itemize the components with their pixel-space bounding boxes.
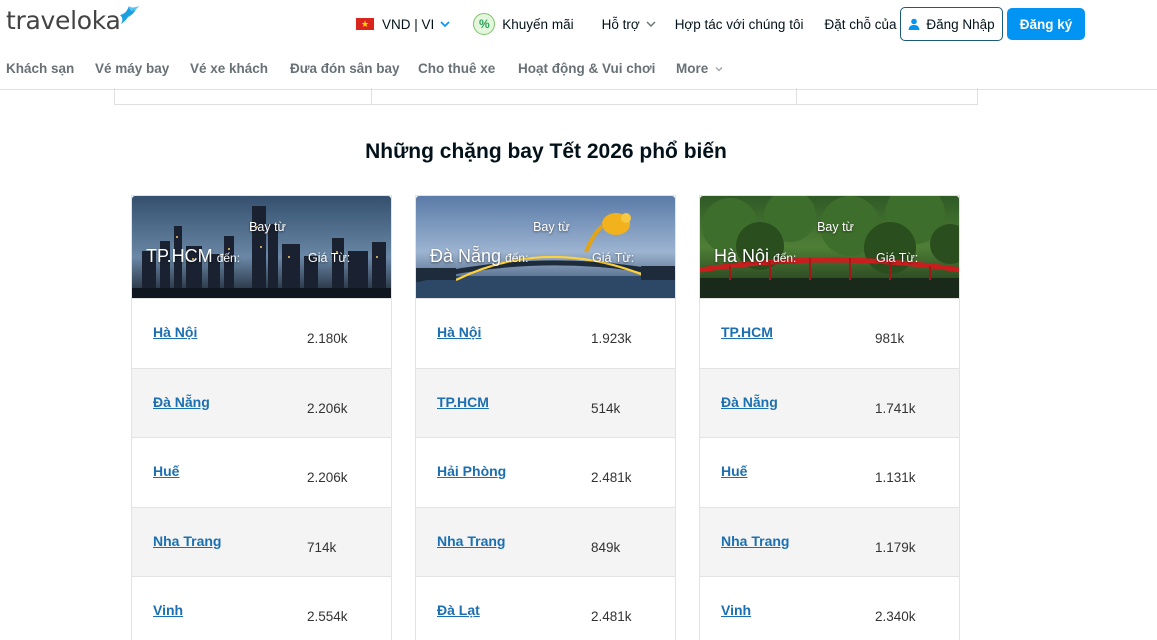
product-nav: Khách sạn Vé máy bay Vé xe khách Đưa đón… xyxy=(0,52,1157,88)
partner-label: Hợp tác với chúng tôi xyxy=(674,16,804,32)
route-row: Hà Nội 2.180k xyxy=(132,298,391,368)
product-label: More xyxy=(676,61,709,76)
origin-city: TP.HCM đến: xyxy=(146,246,240,267)
from-label: Bay từ xyxy=(533,220,570,234)
chevron-down-icon xyxy=(715,66,723,71)
from-label: Bay từ xyxy=(817,220,854,234)
route-price: 2.554k xyxy=(307,609,348,624)
route-price: 981k xyxy=(875,331,905,346)
origin-city: Hà Nội đến: xyxy=(714,246,796,267)
product-tab-activities[interactable]: Hoạt động & Vui chơi xyxy=(518,61,655,76)
vietnam-flag-icon xyxy=(356,18,374,30)
product-label: Vé xe khách xyxy=(190,61,269,76)
product-label: Đưa đón sân bay xyxy=(290,61,400,76)
logo-text: traveloka xyxy=(6,6,121,35)
user-icon xyxy=(908,18,920,30)
origin-city: Đà Nẵng đến: xyxy=(430,246,528,267)
support-label: Hỗ trợ xyxy=(601,16,640,32)
card-header: Bay từ Đà Nẵng đến: Giá Từ: xyxy=(416,196,675,298)
promo-link[interactable]: % Khuyến mãi xyxy=(473,8,574,40)
product-tab-car-rental[interactable]: Cho thuê xe xyxy=(418,61,495,76)
route-row: TP.HCM 514k xyxy=(416,367,675,437)
route-price: 2.481k xyxy=(591,609,632,624)
register-button[interactable]: Đăng ký xyxy=(1007,8,1085,40)
route-row: Nha Trang 1.179k xyxy=(700,506,959,576)
price-from-label: Giá Từ: xyxy=(592,251,635,265)
to-label: đến: xyxy=(505,251,529,265)
promo-label: Khuyến mãi xyxy=(502,16,574,32)
route-row: Vinh 2.340k xyxy=(700,576,959,640)
product-label: Hoạt động & Vui chơi xyxy=(518,61,656,76)
product-tab-hotels[interactable]: Khách sạn xyxy=(6,61,74,76)
chevron-down-icon xyxy=(646,21,656,27)
route-row: Huế 2.206k xyxy=(132,437,391,507)
route-price: 1.131k xyxy=(875,470,916,485)
product-tab-bus[interactable]: Vé xe khách xyxy=(190,61,268,76)
support-menu[interactable]: Hỗ trợ xyxy=(602,8,657,40)
product-tab-more[interactable]: More xyxy=(676,61,725,76)
route-row: Hà Nội 1.923k xyxy=(416,298,675,368)
partner-link[interactable]: Hợp tác với chúng tôi xyxy=(675,8,804,40)
route-price: 2.340k xyxy=(875,609,916,624)
register-label: Đăng ký xyxy=(1019,16,1073,32)
route-card-danang: Bay từ Đà Nẵng đến: Giá Từ: Hà Nội 1.923k … xyxy=(415,195,676,640)
from-label: Bay từ xyxy=(249,220,286,234)
route-row: Đà Lạt 2.481k xyxy=(416,576,675,640)
route-price: 514k xyxy=(591,400,621,416)
to-label: đến: xyxy=(773,251,797,265)
bird-icon xyxy=(120,6,140,24)
product-label: Khách sạn xyxy=(6,61,75,76)
route-price: 2.481k xyxy=(591,470,632,485)
route-row: Huế 1.131k xyxy=(700,437,959,507)
route-row: Hải Phòng 2.481k xyxy=(416,437,675,507)
product-tab-flights[interactable]: Vé máy bay xyxy=(95,61,169,76)
route-price: 1.741k xyxy=(875,400,916,416)
table-separator xyxy=(796,88,797,104)
table-separator xyxy=(371,88,372,104)
route-row: Đà Nẵng 1.741k xyxy=(700,367,959,437)
route-price: 2.206k xyxy=(307,470,348,485)
route-price: 714k xyxy=(307,539,337,555)
route-row: Đà Nẵng 2.206k xyxy=(132,367,391,437)
origin-name: Hà Nội xyxy=(714,246,770,266)
price-from-label: Giá Từ: xyxy=(308,251,351,265)
route-price: 1.179k xyxy=(875,539,916,555)
section-title: Những chặng bay Tết 2026 phổ biến xyxy=(365,140,727,163)
route-price: 2.180k xyxy=(307,331,348,346)
route-price: 2.206k xyxy=(307,400,348,416)
origin-name: TP.HCM xyxy=(146,246,213,266)
currency-label: VND | VI xyxy=(382,16,435,32)
product-label: Vé máy bay xyxy=(95,61,170,76)
percent-icon: % xyxy=(473,13,496,35)
login-label: Đăng Nhập xyxy=(926,16,995,32)
route-card-hanoi: Bay từ Hà Nội đến: Giá Từ: TP.HCM 981k Đà … xyxy=(699,195,960,640)
product-tab-airport-transfer[interactable]: Đưa đón sân bay xyxy=(290,61,400,76)
top-header: traveloka VND | VI % Khuyến mãi Hỗ trợ H… xyxy=(0,0,1157,50)
login-button[interactable]: Đăng Nhập xyxy=(900,7,1003,41)
route-row: Nha Trang 849k xyxy=(416,506,675,576)
route-row: Nha Trang 714k xyxy=(132,506,391,576)
route-row: TP.HCM 981k xyxy=(700,298,959,368)
card-header: Bay từ TP.HCM đến: Giá Từ: xyxy=(132,196,391,298)
origin-name: Đà Nẵng xyxy=(430,246,502,266)
card-header: Bay từ Hà Nội đến: Giá Từ: xyxy=(700,196,959,298)
traveloka-logo[interactable]: traveloka xyxy=(6,4,140,38)
route-card-hcm: Bay từ TP.HCM đến: Giá Từ: Hà Nội 2.180k Đ… xyxy=(131,195,392,640)
chevron-down-icon xyxy=(440,21,450,28)
route-price: 849k xyxy=(591,539,621,555)
to-label: đến: xyxy=(216,251,241,265)
currency-language-selector[interactable]: VND | VI xyxy=(356,8,451,40)
route-price: 1.923k xyxy=(591,331,632,346)
top-nav: VND | VI % Khuyến mãi Hỗ trợ Hợp tác với… xyxy=(356,8,915,40)
product-label: Cho thuê xe xyxy=(418,61,496,76)
price-from-label: Giá Từ: xyxy=(876,251,919,265)
route-row: Vinh 2.554k xyxy=(132,576,391,640)
table-remnant xyxy=(114,88,978,105)
